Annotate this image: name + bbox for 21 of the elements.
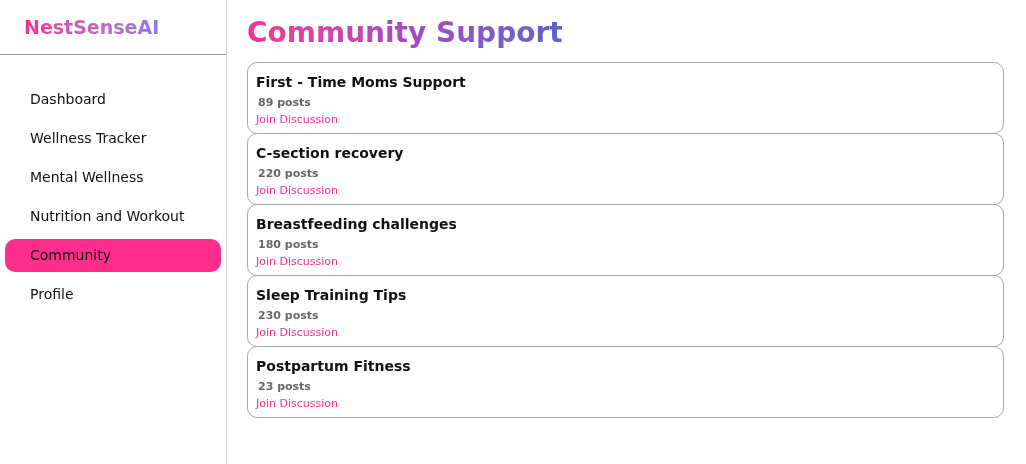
- join-discussion-link[interactable]: Join Discussion: [256, 253, 338, 270]
- group-name: C-section recovery: [256, 144, 405, 163]
- group-name: First - Time Moms Support: [256, 73, 467, 92]
- join-discussion-link[interactable]: Join Discussion: [256, 182, 338, 199]
- post-count: 89 posts: [257, 95, 312, 111]
- group-name: Breastfeeding challenges: [256, 215, 458, 234]
- post-count: 230 posts: [257, 308, 320, 324]
- nav-item[interactable]: Community: [5, 239, 221, 272]
- post-count: 23 posts: [257, 379, 312, 395]
- join-discussion-link[interactable]: Join Discussion: [256, 111, 338, 128]
- post-count: 220 posts: [257, 166, 320, 182]
- post-count: 180 posts: [257, 237, 320, 253]
- nav-item[interactable]: Dashboard: [5, 83, 221, 116]
- join-discussion-link[interactable]: Join Discussion: [256, 324, 338, 341]
- nav-item[interactable]: Profile: [5, 278, 221, 311]
- nav-item[interactable]: Wellness Tracker: [5, 122, 221, 155]
- nav-item[interactable]: Mental Wellness: [5, 161, 221, 194]
- group-name: Sleep Training Tips: [256, 286, 408, 305]
- nav-item[interactable]: Nutrition and Workout: [5, 200, 221, 233]
- group-name: Postpartum Fitness: [256, 357, 412, 376]
- join-discussion-link[interactable]: Join Discussion: [256, 395, 338, 412]
